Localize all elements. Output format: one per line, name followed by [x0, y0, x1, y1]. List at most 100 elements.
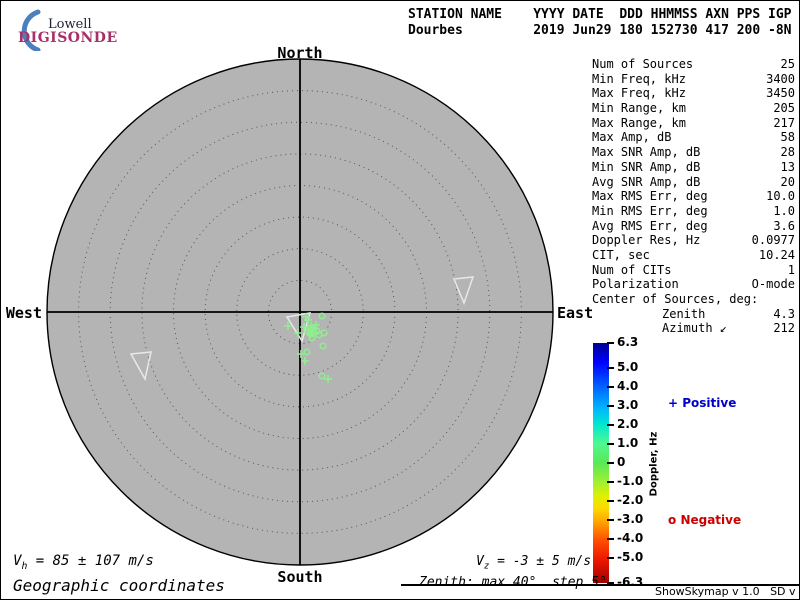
stats-row: CIT, sec 10.24 [592, 248, 795, 263]
stats-label: Max Range, km [592, 115, 686, 130]
colorbar-tick-mark [607, 385, 614, 388]
stats-row: Polarization O-mode [592, 277, 795, 292]
horizontal-velocity-readout: Vh = 85 ± 107 m/s [13, 553, 154, 572]
stats-row: Min Freq, kHz 3400 [592, 72, 795, 87]
colorbar-tick-mark [607, 342, 614, 344]
colorbar-tick-mark [607, 366, 614, 369]
stats-label: Doppler Res, Hz [592, 233, 701, 248]
colorbar-tick-label: -6.3 [617, 575, 644, 589]
stats-value: 3450 [766, 86, 795, 101]
stats-value: 0.0977 [751, 233, 795, 248]
stats-value: 3.6 [773, 218, 795, 233]
stats-row: Doppler Res, Hz 0.0977 [592, 233, 795, 248]
stats-row: Max SNR Amp, dB 28 [592, 145, 795, 160]
stats-label: Min RMS Err, deg [592, 203, 708, 218]
stats-row: Avg RMS Err, deg 3.6 [592, 219, 795, 234]
colorbar-tick-label: 2.0 [617, 416, 639, 431]
vh-value: = 85 ± 107 m/s [27, 553, 154, 569]
coordinate-system-label: Geographic coordinates [13, 576, 225, 595]
colorbar-tick-mark [607, 519, 614, 522]
stats-row: Center of Sources, deg: [592, 292, 795, 307]
stats-value: 212 [773, 321, 795, 336]
stats-label: Max SNR Amp, dB [592, 145, 701, 160]
stats-value: 25 [780, 57, 795, 71]
stats-label: CIT, sec [592, 247, 650, 262]
colorbar-tick-label: 5.0 [617, 359, 639, 374]
colorbar-tick-label: 6.3 [617, 335, 639, 349]
stats-label: Min Range, km [592, 101, 686, 116]
compass-south-label: South [277, 568, 323, 586]
stats-label: Num of CITs [592, 262, 672, 277]
stats-value: 1.0 [773, 203, 795, 218]
stats-label: Zenith [662, 306, 706, 321]
stats-row: Min SNR Amp, dB 13 [592, 160, 795, 175]
stats-panel: Num of Sources 25 Min Freq, kHz 3400 Max Fre… [592, 57, 795, 336]
colorbar-tick-mark [607, 423, 614, 426]
vz-value: = -3 ± 5 m/s [489, 554, 592, 569]
software-version-label: ShowSkymap v 1.0 SD v 5.1 [655, 585, 796, 598]
stats-label: Max Amp, dB [592, 130, 672, 145]
stats-value: O-mode [751, 277, 795, 292]
legend-positive-label: Positive [682, 396, 737, 410]
stats-value: 58 [780, 130, 795, 145]
stats-row: Min RMS Err, deg 1.0 [592, 204, 795, 219]
stats-label: Min SNR Amp, dB [592, 159, 701, 174]
stats-label: Avg RMS Err, deg [592, 218, 708, 233]
legend-negative: o Negative [668, 513, 741, 527]
colorbar-tick-label: -3.0 [617, 512, 644, 527]
legend-positive: + Positive [668, 396, 736, 410]
stats-value: 10.24 [758, 247, 795, 262]
colorbar-tick-label: -2.0 [617, 493, 644, 508]
stats-row: Zenith 4.3 [592, 307, 795, 322]
stats-label: Center of Sources, deg: [592, 292, 759, 306]
legend-negative-label: Negative [680, 513, 742, 527]
plus-marker-icon: + [668, 396, 679, 410]
stats-row: Azimuth ↙ 212 [592, 321, 795, 336]
stats-row: Max RMS Err, deg 10.0 [592, 189, 795, 204]
stats-row: Max Amp, dB 58 [592, 130, 795, 145]
stats-value: 3400 [766, 71, 795, 86]
vz-symbol: V [476, 554, 484, 569]
colorbar-tick-label: -4.0 [617, 531, 644, 546]
colorbar-axis-label: Doppler, Hz [648, 431, 660, 497]
stats-row: Num of CITs 1 [592, 263, 795, 278]
stats-label: Max Freq, kHz [592, 86, 686, 101]
colorbar-tick-label: 4.0 [617, 378, 639, 393]
stats-label: Avg SNR Amp, dB [592, 174, 701, 189]
stats-value: 13 [780, 159, 795, 174]
stats-value: 20 [780, 174, 795, 189]
stats-label: Polarization [592, 277, 679, 292]
stats-value: 205 [773, 101, 795, 116]
zenith-scale-label: Zenith: max 40° step 5° [419, 575, 607, 590]
colorbar-tick-label: 1.0 [617, 435, 639, 450]
stats-row: Avg SNR Amp, dB 20 [592, 175, 795, 190]
colorbar-tick-label: 3.0 [617, 397, 639, 412]
colorbar-tick-mark [607, 481, 614, 484]
compass-west-label: West [5, 304, 42, 322]
colorbar-tick-label: -1.0 [617, 474, 644, 489]
colorbar-tick-mark [607, 500, 614, 503]
stats-row: Max Freq, kHz 3450 [592, 86, 795, 101]
compass-east-label: East [557, 304, 594, 322]
colorbar-tick-label: -5.0 [617, 550, 644, 565]
stats-row: Max Range, km 217 [592, 116, 795, 131]
stats-value: 1 [787, 262, 795, 277]
colorbar-tick-mark [607, 557, 614, 560]
colorbar-tick-label: 0 [617, 455, 626, 469]
compass-north-label: North [277, 44, 323, 62]
stats-row: Min Range, km 205 [592, 101, 795, 116]
skymap-window: Lowell DIGISONDE STATION NAME YYYY DATE … [0, 0, 800, 600]
stats-label: Azimuth ↙ [662, 321, 728, 336]
colorbar-tick-mark [607, 462, 614, 464]
stats-value: 28 [780, 145, 795, 160]
vertical-velocity-readout: Vz = -3 ± 5 m/s [476, 554, 591, 572]
stats-value: 4.3 [773, 306, 795, 321]
colorbar-tick-mark [607, 442, 614, 445]
stats-label: Num of Sources [592, 57, 694, 71]
stats-label: Max RMS Err, deg [592, 189, 708, 204]
stats-value: 10.0 [766, 189, 795, 204]
stats-row: Num of Sources 25 [592, 57, 795, 72]
colorbar-tick-mark [607, 404, 614, 407]
stats-value: 217 [773, 115, 795, 130]
colorbar-tick-mark [607, 538, 614, 541]
